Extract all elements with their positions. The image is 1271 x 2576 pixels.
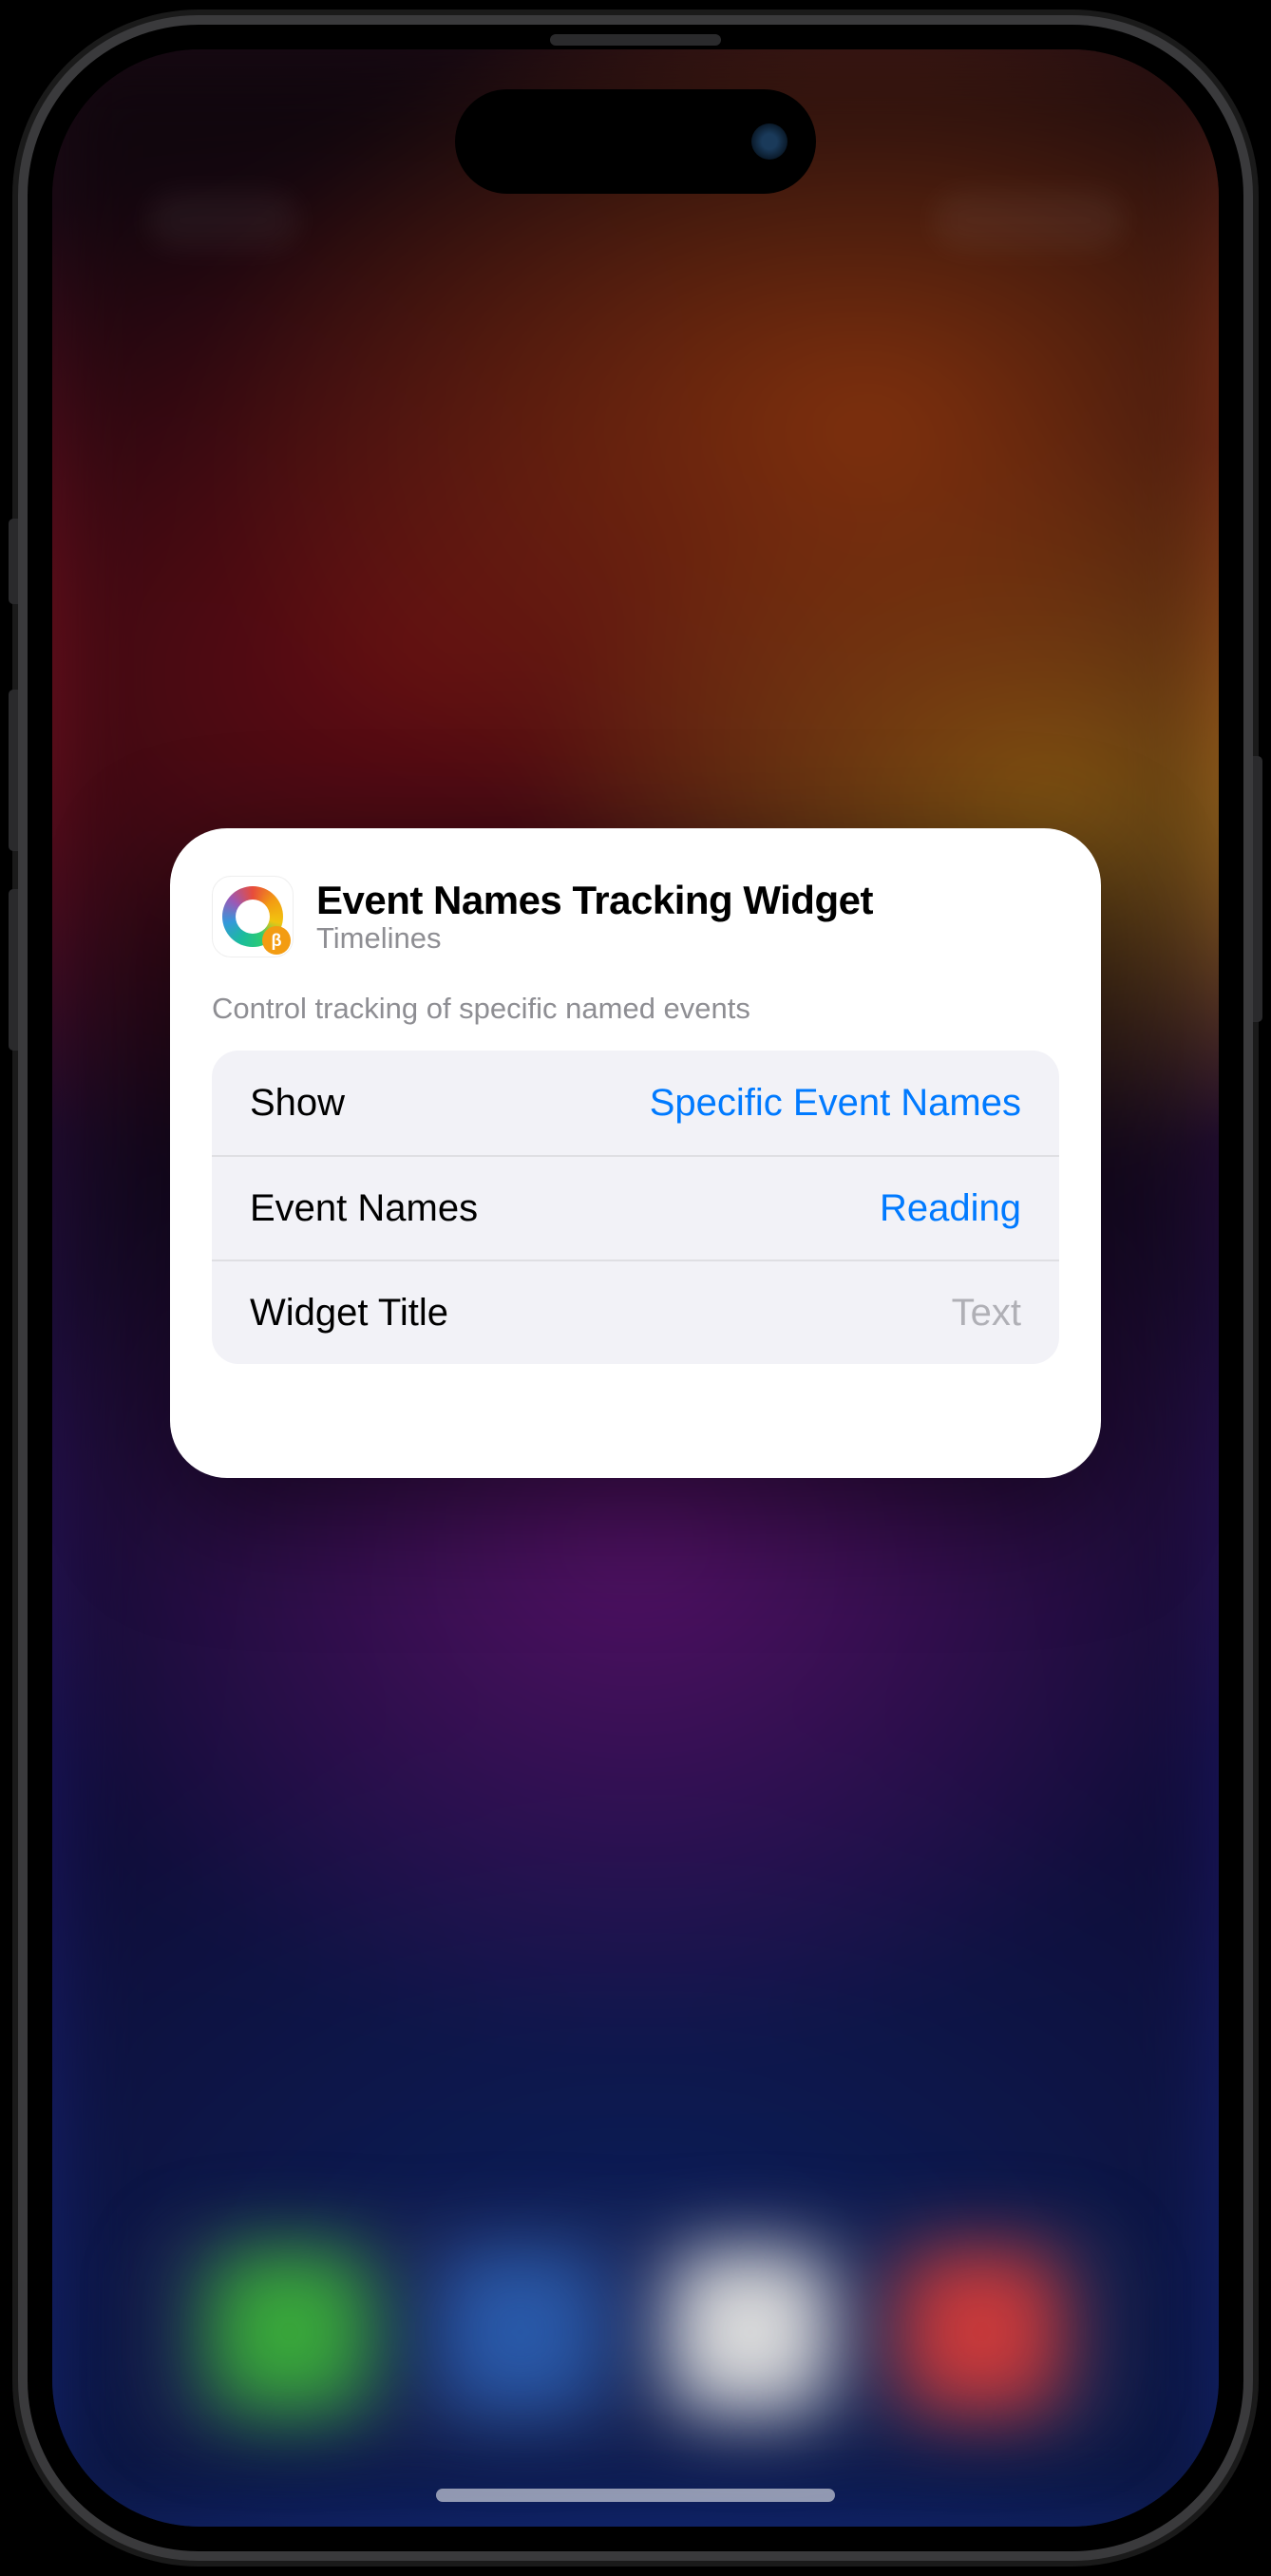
- popover-subtitle: Timelines: [316, 921, 873, 956]
- setting-value: Reading: [880, 1184, 1021, 1232]
- home-indicator[interactable]: [436, 2489, 835, 2502]
- side-button[interactable]: [1253, 756, 1262, 1022]
- popover-description: Control tracking of specific named event…: [170, 971, 1101, 1051]
- volume-down-button[interactable]: [9, 889, 18, 1051]
- setting-value: Specific Event Names: [650, 1079, 1021, 1127]
- dock-blur: [137, 2213, 1134, 2451]
- volume-up-button[interactable]: [9, 690, 18, 851]
- settings-list: Show Specific Event Names Event Names Re…: [212, 1051, 1059, 1364]
- setting-label: Show: [250, 1082, 345, 1125]
- action-button[interactable]: [9, 519, 18, 604]
- setting-label: Widget Title: [250, 1292, 448, 1335]
- dock-app-icon: [670, 2251, 831, 2413]
- popover-title: Event Names Tracking Widget: [316, 878, 873, 923]
- screen: β Event Names Tracking Widget Timelines …: [52, 49, 1219, 2527]
- widget-config-popover: β Event Names Tracking Widget Timelines …: [170, 828, 1101, 1478]
- dock-app-icon: [440, 2251, 601, 2413]
- status-indicators-blur: [934, 192, 1124, 249]
- dock-app-icon: [209, 2251, 370, 2413]
- speaker-grille: [550, 34, 721, 46]
- setting-label: Event Names: [250, 1187, 478, 1230]
- dynamic-island[interactable]: [455, 89, 816, 194]
- popover-header: β Event Names Tracking Widget Timelines: [170, 866, 1101, 971]
- setting-placeholder: Text: [952, 1292, 1021, 1335]
- app-icon: β: [212, 876, 294, 957]
- setting-row-event-names[interactable]: Event Names Reading: [212, 1155, 1059, 1260]
- popover-titles: Event Names Tracking Widget Timelines: [316, 878, 873, 956]
- status-time-blur: [147, 192, 299, 249]
- setting-row-show[interactable]: Show Specific Event Names: [212, 1051, 1059, 1155]
- setting-row-widget-title[interactable]: Widget Title Text: [212, 1260, 1059, 1364]
- iphone-frame: β Event Names Tracking Widget Timelines …: [28, 25, 1243, 2551]
- beta-badge-icon: β: [262, 926, 291, 955]
- dock-app-icon: [901, 2251, 1062, 2413]
